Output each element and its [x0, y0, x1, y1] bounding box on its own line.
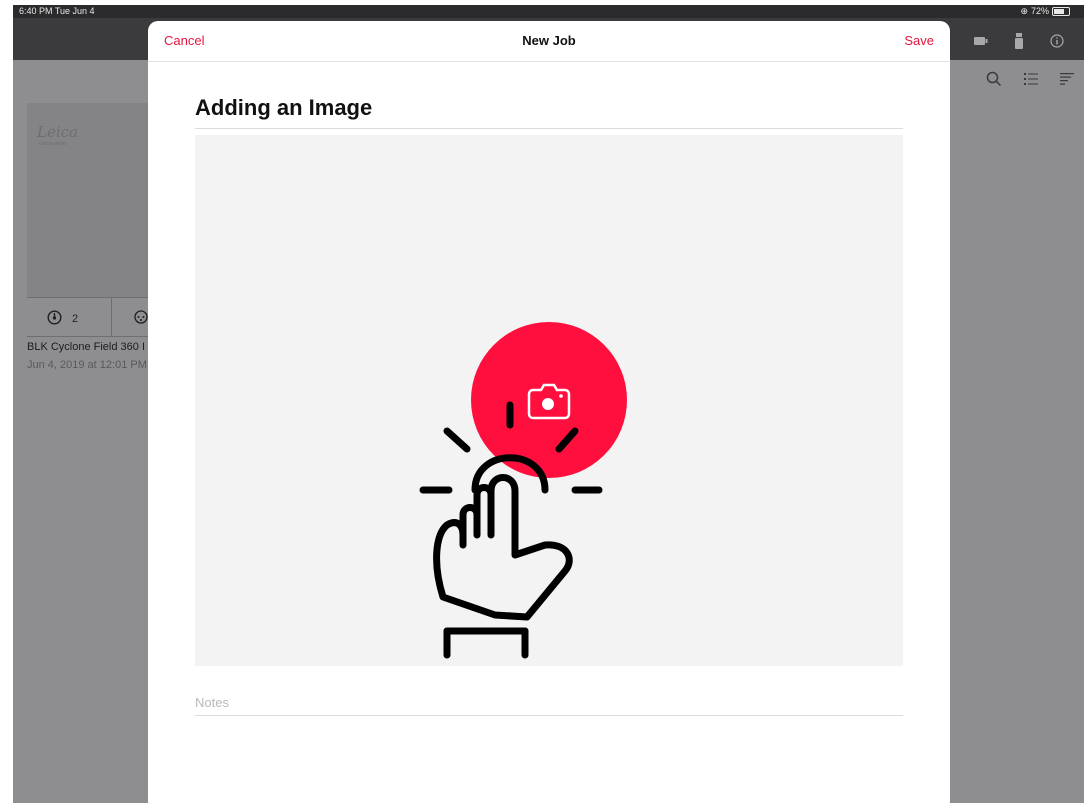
- status-indicators: ⊕ 72%: [1020, 5, 1070, 18]
- status-time: 6:40 PM Tue Jun 4: [19, 6, 95, 16]
- section-title: Adding an Image: [195, 95, 373, 120]
- info-icon[interactable]: [1050, 34, 1064, 48]
- stat-divider: [111, 298, 112, 336]
- setups-stat: 2: [47, 310, 78, 328]
- status-bar: 6:40 PM Tue Jun 4 ⊕ 72%: [13, 5, 1084, 18]
- setups-stat-2: [133, 309, 149, 330]
- camera-button[interactable]: [471, 322, 627, 478]
- setups-icon: [133, 310, 149, 329]
- save-button[interactable]: Save: [904, 33, 934, 48]
- list-toolbar: [986, 71, 1074, 92]
- battery-percent: 72%: [1030, 6, 1049, 16]
- brand-logo: Leica: [37, 123, 78, 141]
- device-icon[interactable]: [1012, 33, 1026, 49]
- nav-icons: [974, 33, 1064, 49]
- modal-title: New Job: [522, 33, 576, 48]
- brand-logo-sub: Geosystems: [39, 141, 67, 147]
- location-icon: ⊕: [1020, 6, 1028, 16]
- notes-field[interactable]: [195, 689, 903, 716]
- battery-status-icon: [1052, 7, 1070, 16]
- tap-illustration: [419, 322, 627, 659]
- list-icon[interactable]: [1024, 72, 1038, 91]
- sort-icon[interactable]: [1060, 72, 1074, 91]
- new-job-modal: Cancel New Job Save Adding an Image: [148, 21, 950, 811]
- add-image-area[interactable]: [195, 135, 903, 666]
- title-divider: [195, 128, 903, 129]
- battery-icon[interactable]: [974, 34, 988, 48]
- clock-icon: [47, 310, 62, 328]
- search-icon[interactable]: [986, 71, 1002, 92]
- modal-header: Cancel New Job Save: [148, 21, 950, 62]
- setups-count: 2: [72, 313, 79, 325]
